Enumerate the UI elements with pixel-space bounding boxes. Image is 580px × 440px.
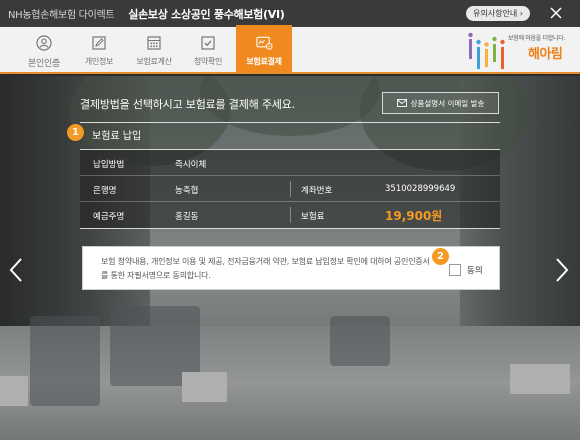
- agree-checkbox[interactable]: [449, 264, 461, 276]
- column-separator: [290, 181, 291, 197]
- bank-name-value: 농축협: [175, 186, 199, 196]
- table-row: 예금주명 홍길동 보험료 19,900원: [80, 202, 500, 228]
- prev-arrow-button[interactable]: [6, 256, 26, 284]
- close-icon: [550, 7, 562, 19]
- agreement-number-badge: 2: [432, 248, 449, 265]
- notice-button[interactable]: 유의사항안내 ›: [466, 6, 530, 21]
- section-number-badge: 1: [67, 124, 84, 141]
- section-title: 보험료 납입: [92, 131, 142, 142]
- email-icon: [396, 99, 407, 107]
- brand-name: NH농협손해보험 다이렉트: [8, 10, 115, 21]
- step-premium-payment[interactable]: 보험료결제: [236, 25, 292, 72]
- payment-method-label: 납입방법: [93, 160, 125, 170]
- table-row: 은행명 농축협 계좌번호 3510028999649: [80, 176, 500, 202]
- divider: [80, 122, 500, 123]
- agreement-text: 보험 청약내용, 개인정보 이용 및 제공, 전자금융거래 약관, 보험료 납입…: [101, 257, 430, 280]
- person-icon: [36, 34, 53, 51]
- premium-label: 보험료: [301, 212, 325, 222]
- column-separator: [290, 207, 291, 223]
- step-personal-info[interactable]: 개인정보: [72, 27, 126, 72]
- bank-name-label: 은행명: [93, 186, 117, 196]
- account-number-value: 3510028999649: [385, 184, 456, 194]
- checkbox-icon: [200, 34, 217, 51]
- table-row: 납입방법 즉시이체: [80, 150, 500, 176]
- payment-info-table: 납입방법 즉시이체 은행명 농축협 계좌번호 3510028999649 예금주…: [80, 149, 500, 229]
- account-holder-value: 홍길동: [175, 212, 199, 222]
- logo-tagline: 보험에 마음을 더합니다.: [508, 35, 566, 42]
- send-product-description-email-button[interactable]: 상품설명서 이메일 발송: [382, 92, 499, 114]
- edit-icon: [91, 34, 108, 51]
- next-arrow-button[interactable]: [552, 256, 572, 284]
- account-number-label: 계좌번호: [301, 186, 333, 196]
- close-button[interactable]: [546, 3, 566, 23]
- step-label: 보험료결제: [246, 57, 282, 66]
- step-application-review[interactable]: 청약확인: [181, 27, 235, 72]
- step-premium-calculation[interactable]: 보험료계산: [127, 27, 181, 72]
- payment-method-value[interactable]: 즉시이체: [175, 158, 206, 170]
- title-bar: NH농협손해보험 다이렉트 실손보상 소상공인 풍수해보험(VI) 유의사항안내…: [0, 0, 580, 27]
- step-identity-verification[interactable]: 본인인증: [17, 27, 71, 72]
- app-title: 실손보상 소상공인 풍수해보험(VI): [128, 7, 285, 21]
- step-navigation: 본인인증 개인정보 보험료계산 청약확인 보험료결제 보험에 마음을 더합니다.…: [0, 25, 580, 74]
- agree-checkbox-label[interactable]: 동의: [467, 264, 483, 276]
- card-payment-icon: [255, 34, 273, 51]
- email-button-label: 상품설명서 이메일 발송: [410, 98, 485, 108]
- logo-name: 해아림: [528, 47, 563, 62]
- chevron-right-icon: [556, 258, 569, 282]
- step-label: 청약확인: [193, 57, 223, 66]
- haerim-logo: 보험에 마음을 더합니다. 해아림: [468, 27, 578, 72]
- chevron-left-icon: [9, 258, 22, 282]
- premium-value: 19,900원: [385, 209, 443, 223]
- step-label: 보험료계산: [136, 57, 172, 66]
- step-label: 본인인증: [28, 59, 60, 69]
- calculator-icon: [146, 34, 163, 51]
- step-label: 개인정보: [84, 57, 114, 66]
- account-holder-label: 예금주명: [93, 212, 125, 222]
- payment-instruction: 결제방법을 선택하시고 보험료를 결제해 주세요.: [80, 98, 295, 111]
